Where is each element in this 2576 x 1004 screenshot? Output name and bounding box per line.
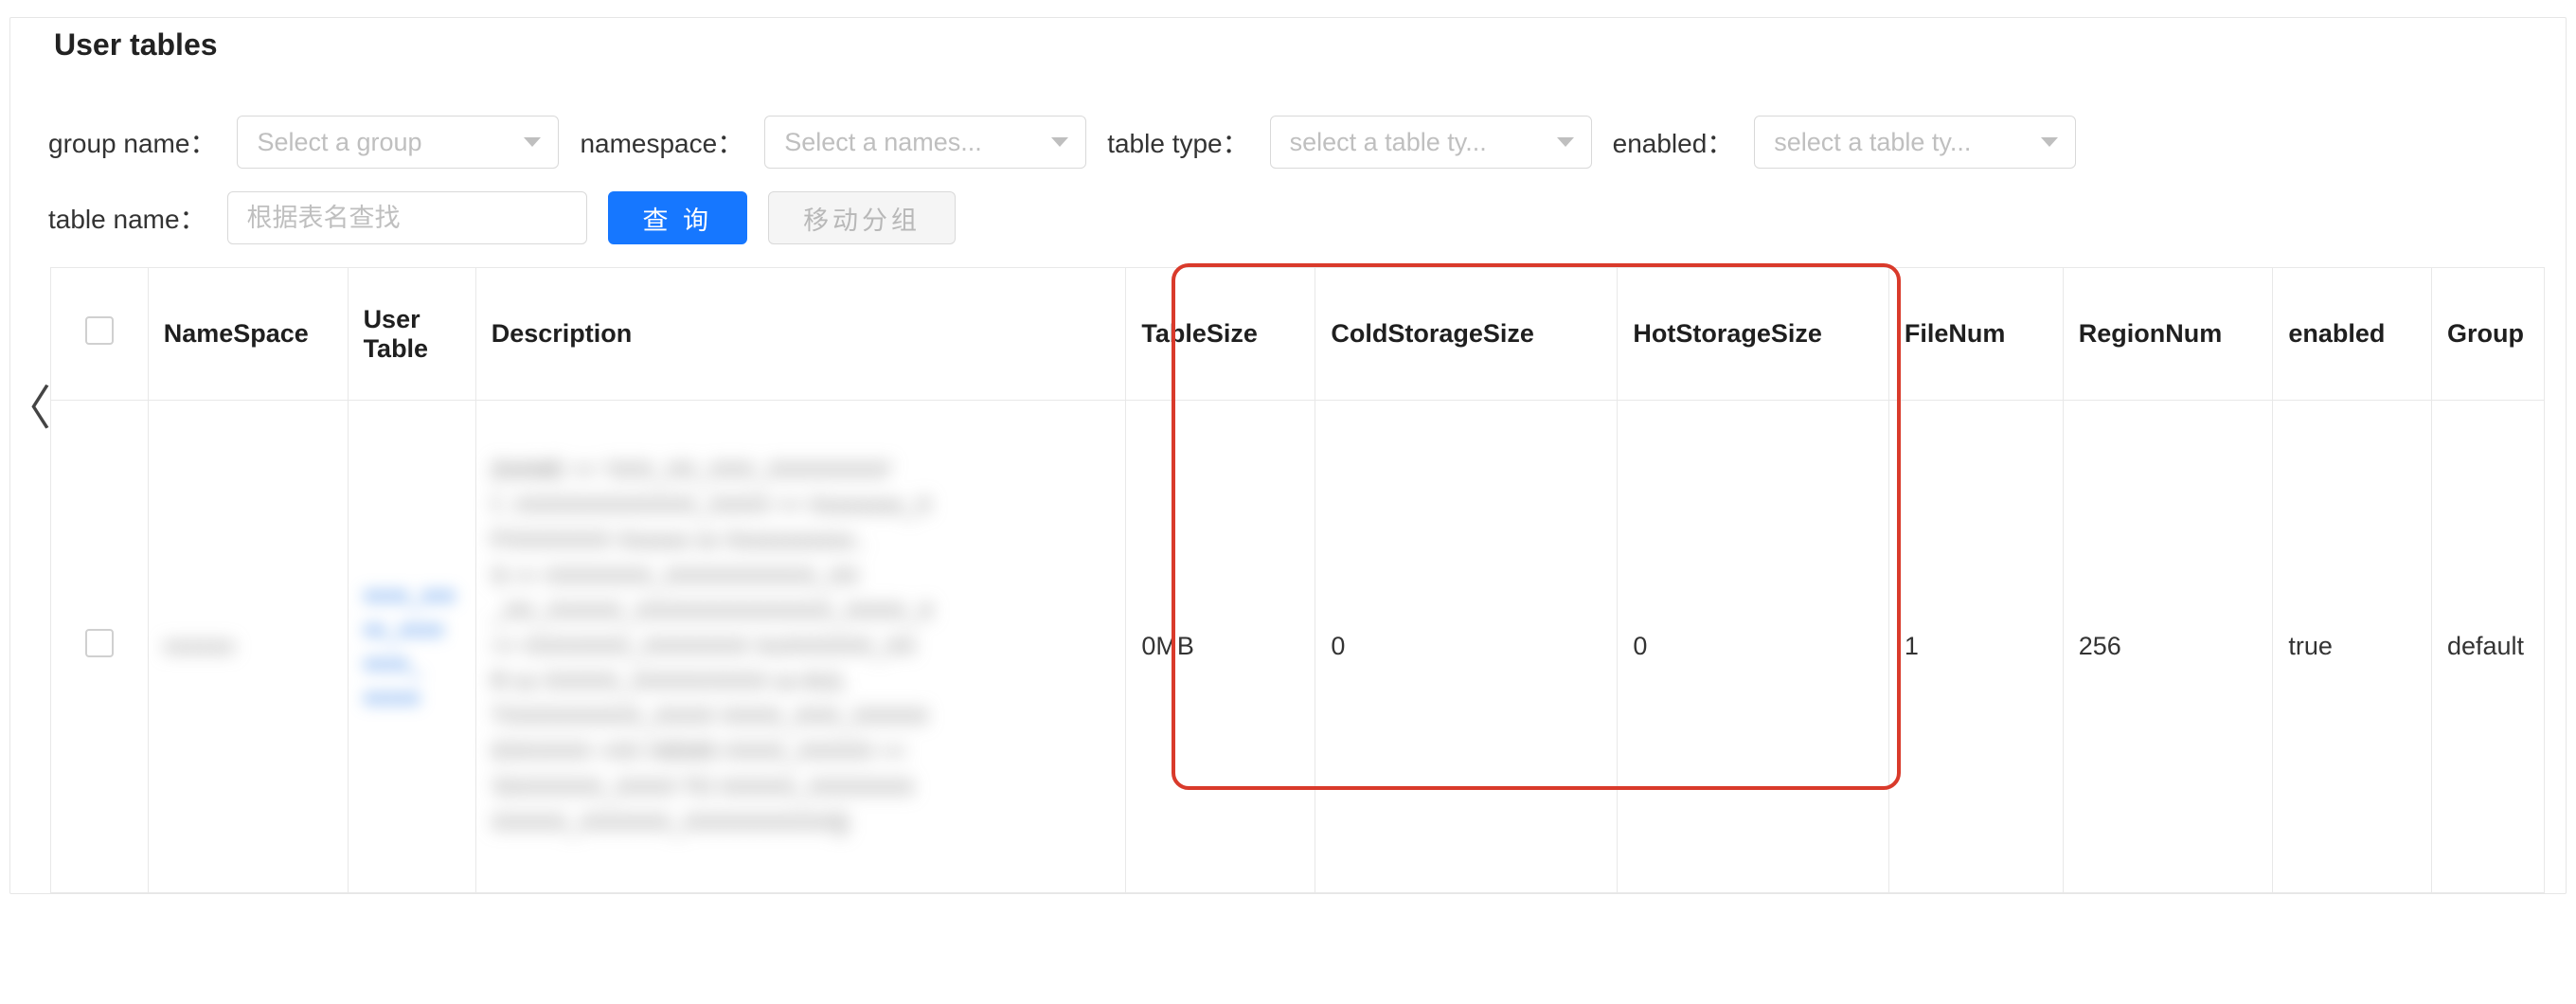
col-namespace: NameSpace	[148, 268, 348, 401]
cell-region-num: 256	[2063, 401, 2273, 893]
table-name-label: table name：	[48, 199, 206, 237]
enabled-label: enabled：	[1613, 123, 1734, 161]
group-name-label: group name：	[48, 123, 216, 161]
table-type-select-placeholder: select a table ty...	[1290, 128, 1487, 157]
chevron-down-icon	[1051, 137, 1068, 147]
table-type-label: table type：	[1107, 123, 1248, 161]
col-description: Description	[475, 268, 1126, 401]
table-header-row: NameSpace User Table Description TableSi…	[51, 268, 2545, 401]
user-tables-grid: NameSpace User Table Description TableSi…	[50, 267, 2545, 893]
col-file-num: FileNum	[1888, 268, 2063, 401]
chevron-down-icon	[2041, 137, 2058, 147]
table-name-input[interactable]	[227, 191, 587, 244]
cell-group: default	[2431, 401, 2544, 893]
chevron-down-icon	[524, 137, 541, 147]
col-table-size: TableSize	[1126, 268, 1315, 401]
cell-hot-storage-size: 0	[1618, 401, 1889, 893]
col-group: Group	[2431, 268, 2544, 401]
col-hot-storage-size: HotStorageSize	[1618, 268, 1889, 401]
page-title: User tables	[10, 18, 2566, 91]
cell-user-table-redacted[interactable]: xxxx_xxx xx_xxxx xxxx_ xxxxx	[364, 579, 460, 715]
cell-cold-storage-size: 0	[1315, 401, 1618, 893]
namespace-select[interactable]: Select a names...	[764, 116, 1086, 169]
move-group-button[interactable]: 移动分组	[768, 191, 956, 244]
enabled-select[interactable]: select a table ty...	[1754, 116, 2076, 169]
table-type-select[interactable]: select a table ty...	[1270, 116, 1592, 169]
cell-namespace-redacted: xxxxxx	[164, 633, 332, 660]
enabled-select-placeholder: select a table ty...	[1774, 128, 1971, 157]
filter-bar-row2: table name： 查 询 移动分组	[10, 182, 2566, 267]
group-name-select-placeholder: Select a group	[257, 128, 421, 157]
row-checkbox[interactable]	[85, 629, 114, 657]
cell-enabled: true	[2273, 401, 2432, 893]
col-enabled: enabled	[2273, 268, 2432, 401]
cell-table-size: 0MB	[1126, 401, 1315, 893]
namespace-select-placeholder: Select a names...	[784, 128, 982, 157]
filter-bar: group name： Select a group namespace： Se…	[10, 91, 2566, 182]
col-region-num: RegionNum	[2063, 268, 2273, 401]
group-name-select[interactable]: Select a group	[237, 116, 559, 169]
cell-file-num: 1	[1888, 401, 2063, 893]
col-user-table: User Table	[348, 268, 475, 401]
collapse-panel-handle[interactable]: 〈	[4, 385, 51, 432]
chevron-down-icon	[1557, 137, 1574, 147]
search-button[interactable]: 查 询	[608, 191, 748, 244]
namespace-label: namespace：	[580, 123, 743, 161]
table-row: xxxxxx xxxx_xxx xx_xxxx xxxx_ xxxxx {NAM…	[51, 401, 2545, 893]
select-all-checkbox[interactable]	[85, 316, 114, 345]
col-cold-storage-size: ColdStorageSize	[1315, 268, 1618, 401]
cell-description-redacted: {NAME => 'XXX_XX_XXX_XXXXXXXX' I', XXXXX…	[492, 447, 1111, 846]
